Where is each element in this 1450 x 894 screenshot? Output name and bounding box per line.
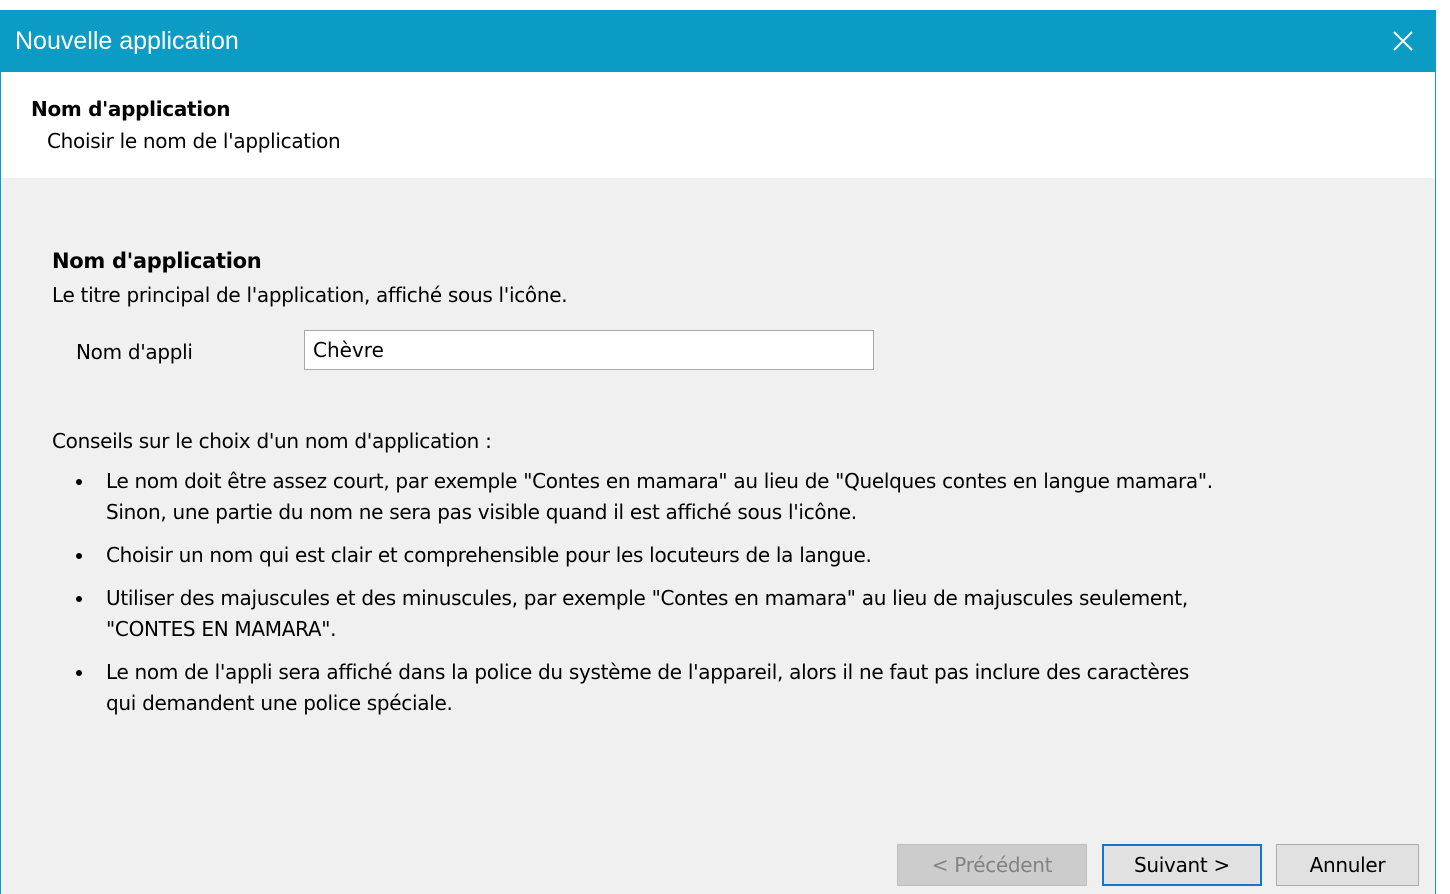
wizard-content: Nom d'application Le titre principal de …	[1, 178, 1435, 894]
list-item: Choisir un nom qui est clair et comprehe…	[52, 540, 1382, 571]
app-name-input[interactable]	[304, 330, 874, 370]
tip-line: Choisir un nom qui est clair et comprehe…	[106, 543, 872, 567]
tip-line: "CONTES EN MAMARA".	[106, 617, 337, 641]
window-title: Nouvelle application	[15, 27, 239, 55]
cancel-button[interactable]: Annuler	[1276, 844, 1419, 886]
wizard-step-title: Nom d'application	[31, 97, 231, 121]
wizard-step-subtitle: Choisir le nom de l'application	[47, 129, 341, 153]
section-description: Le titre principal de l'application, aff…	[52, 283, 568, 307]
bullet-icon	[76, 596, 82, 602]
tips-intro: Conseils sur le choix d'un nom d'applica…	[52, 429, 492, 453]
bullet-icon	[76, 670, 82, 676]
tip-line: Le nom doit être assez court, par exempl…	[106, 469, 1213, 493]
list-item: Le nom doit être assez court, par exempl…	[52, 466, 1382, 528]
bullet-icon	[76, 553, 82, 559]
bullet-icon	[76, 479, 82, 485]
next-button[interactable]: Suivant >	[1102, 844, 1262, 886]
new-app-dialog: Nouvelle application Nom d'application C…	[0, 10, 1436, 894]
tip-line: Utiliser des majuscules et des minuscule…	[106, 586, 1188, 610]
wizard-header: Nom d'application Choisir le nom de l'ap…	[1, 72, 1435, 178]
tips-list: Le nom doit être assez court, par exempl…	[52, 466, 1382, 731]
list-item: Le nom de l'appli sera affiché dans la p…	[52, 657, 1382, 719]
section-title: Nom d'application	[52, 249, 262, 273]
tip-line: Le nom de l'appli sera affiché dans la p…	[106, 660, 1190, 684]
close-button[interactable]	[1371, 10, 1435, 72]
close-icon	[1393, 31, 1413, 51]
page-top-margin	[0, 0, 1450, 10]
tip-line: Sinon, une partie du nom ne sera pas vis…	[106, 500, 857, 524]
previous-button[interactable]: < Précédent	[897, 844, 1087, 886]
app-name-label: Nom d'appli	[76, 340, 193, 364]
list-item: Utiliser des majuscules et des minuscule…	[52, 583, 1382, 645]
tip-line: qui demandent une police spéciale.	[106, 691, 453, 715]
title-bar: Nouvelle application	[1, 10, 1435, 72]
